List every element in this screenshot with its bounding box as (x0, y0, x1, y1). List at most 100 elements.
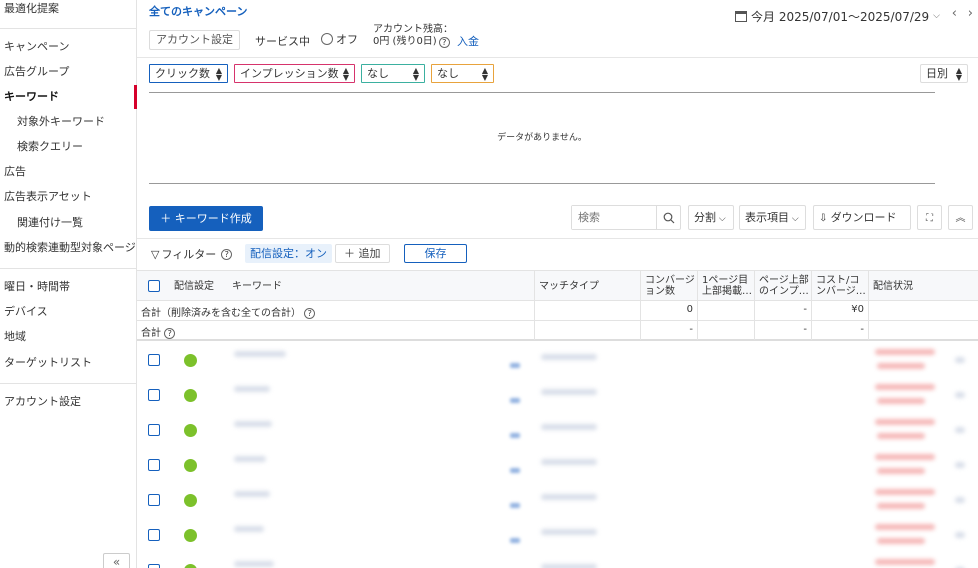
help-icon[interactable]: ? (304, 308, 316, 319)
help-icon[interactable]: ? (438, 36, 450, 48)
delivery-status-obscured (877, 398, 925, 404)
row-checkbox[interactable] (148, 459, 160, 471)
row-checkbox[interactable] (148, 389, 160, 401)
sidebar-item-schedule[interactable]: 曜日・時間帯 (0, 275, 137, 299)
metric2-select[interactable]: インプレッション数 ▲ ▼ (234, 64, 355, 83)
metric4-select[interactable]: なし ▲ ▼ (431, 64, 494, 83)
table-row[interactable] (137, 378, 978, 413)
table-row[interactable] (137, 448, 978, 483)
row-action-obscured[interactable] (955, 462, 965, 468)
header-cost-per-conv[interactable]: コスト/コンバージ… (811, 271, 868, 301)
split-label: 分割 (694, 211, 716, 224)
header-top-impr-share[interactable]: ページ上部のインプ… (754, 271, 811, 301)
collapse-sidebar-button[interactable]: « (103, 553, 130, 568)
row-checkbox[interactable] (148, 354, 160, 366)
off-radio[interactable]: オフ (321, 31, 358, 47)
search-button[interactable] (656, 206, 680, 229)
edit-icon[interactable] (510, 468, 520, 473)
edit-icon[interactable] (510, 433, 520, 438)
save-filter-button[interactable]: 保存 (404, 244, 467, 263)
download-label: ダウンロード (830, 211, 897, 224)
edit-icon[interactable] (510, 503, 520, 508)
table-row[interactable] (137, 413, 978, 448)
table-row[interactable] (137, 343, 978, 378)
row-action-obscured[interactable] (955, 392, 965, 398)
search-box[interactable] (571, 205, 681, 230)
row-action-obscured[interactable] (955, 532, 965, 538)
add-filter-button[interactable]: ＋ 追加 (335, 244, 390, 263)
account-settings-button[interactable]: アカウント設定 (149, 30, 240, 50)
delivery-status-obscured (875, 349, 935, 355)
row-action-obscured[interactable] (955, 357, 965, 363)
status-active-icon[interactable] (184, 564, 197, 568)
status-active-icon[interactable] (184, 529, 197, 542)
header-top-impr[interactable]: 1ページ目上部掲載… (697, 271, 754, 301)
sidebar-item-search-queries[interactable]: 検索クエリー (0, 135, 137, 159)
row-checkbox[interactable] (148, 529, 160, 541)
header-status[interactable]: 配信設定 (170, 271, 228, 301)
columns-button[interactable]: 表示項目 ⌵ (739, 205, 806, 230)
chart-axis-top (149, 92, 935, 93)
status-active-icon[interactable] (184, 424, 197, 437)
cell-delivery-status (868, 301, 978, 320)
fullscreen-button[interactable]: ⛶ (917, 205, 942, 230)
sidebar-item-campaigns[interactable]: キャンペーン (0, 35, 137, 59)
filter-chip-status-on[interactable]: 配信設定：オン (245, 244, 332, 263)
row-action-obscured[interactable] (955, 497, 965, 503)
match-type-obscured (541, 424, 597, 430)
header-match-type[interactable]: マッチタイプ (534, 271, 640, 301)
sidebar-item-devices[interactable]: デバイス (0, 300, 137, 324)
download-button[interactable]: ⇩ ダウンロード (813, 205, 911, 230)
sidebar-item-keywords[interactable]: キーワード (0, 85, 137, 109)
row-checkbox[interactable] (148, 424, 160, 436)
prev-period-button[interactable]: ‹ (952, 6, 957, 21)
row-checkbox[interactable] (148, 564, 160, 568)
sidebar-item-account-settings[interactable]: アカウント設定 (0, 390, 137, 414)
metric3-select[interactable]: なし ▲ ▼ (361, 64, 425, 83)
match-type-obscured (541, 389, 597, 395)
table-row[interactable] (137, 483, 978, 518)
select-all-checkbox[interactable] (148, 280, 160, 292)
status-active-icon[interactable] (184, 389, 197, 402)
split-button[interactable]: 分割 ⌵ (688, 205, 734, 230)
status-active-icon[interactable] (184, 354, 197, 367)
help-icon[interactable]: ? (164, 328, 176, 339)
sidebar-item-ad-assets[interactable]: 広告表示アセット (0, 185, 137, 209)
header-delivery-status[interactable]: 配信状況 (868, 271, 978, 301)
sidebar-item-locations[interactable]: 地域 (0, 325, 137, 349)
sidebar-item-negative-keywords[interactable]: 対象外キーワード (0, 110, 137, 134)
table-row[interactable] (137, 518, 978, 553)
match-type-obscured (541, 459, 597, 465)
header-conversions[interactable]: コンバージョン数 (640, 271, 697, 301)
campaign-selector[interactable]: 全てのキャンペーン (149, 3, 247, 19)
status-active-icon[interactable] (184, 494, 197, 507)
filter-button[interactable]: ▽ フィルター ? (151, 246, 233, 262)
next-period-button[interactable]: › (968, 6, 973, 21)
deposit-link[interactable]: 入金 (457, 33, 479, 49)
date-range-picker[interactable]: 今月 2025/07/01〜2025/07/29 ⌵ (735, 6, 940, 26)
expand-icon: ⛶ (926, 213, 933, 224)
edit-icon[interactable] (510, 398, 520, 403)
search-input[interactable] (572, 206, 656, 229)
sidebar: 最適化提案 キャンペーン 広告グループ キーワード 対象外キーワード 検索クエリ… (0, 0, 137, 568)
sidebar-item-optimization[interactable]: 最適化提案 (0, 0, 137, 21)
help-icon[interactable]: ? (221, 248, 233, 260)
summary-row-total: 合計 ? - - - (137, 321, 978, 341)
sidebar-item-target-lists[interactable]: ターゲットリスト (0, 351, 137, 375)
row-checkbox[interactable] (148, 494, 160, 506)
status-active-icon[interactable] (184, 459, 197, 472)
sidebar-item-ads[interactable]: 広告 (0, 160, 137, 184)
sidebar-item-dynamic-search-pages[interactable]: 動的検索連動型対象ページ (0, 236, 137, 260)
edit-icon[interactable] (510, 363, 520, 368)
header-keyword[interactable]: キーワード (228, 271, 534, 301)
metric1-select[interactable]: クリック数 ▲ ▼ (149, 64, 228, 83)
sidebar-item-associations[interactable]: 関連付け一覧 (0, 211, 137, 235)
collapse-chart-button[interactable]: ︽ (948, 205, 973, 230)
granularity-select[interactable]: 日別 ▲ ▼ (920, 64, 968, 83)
table-row[interactable] (137, 553, 978, 568)
row-action-obscured[interactable] (955, 427, 965, 433)
create-keyword-button[interactable]: ＋ キーワード作成 (149, 206, 263, 231)
sidebar-item-ad-groups[interactable]: 広告グループ (0, 60, 137, 84)
sort-arrows-icon: ▲ ▼ (215, 65, 222, 82)
edit-icon[interactable] (510, 538, 520, 543)
